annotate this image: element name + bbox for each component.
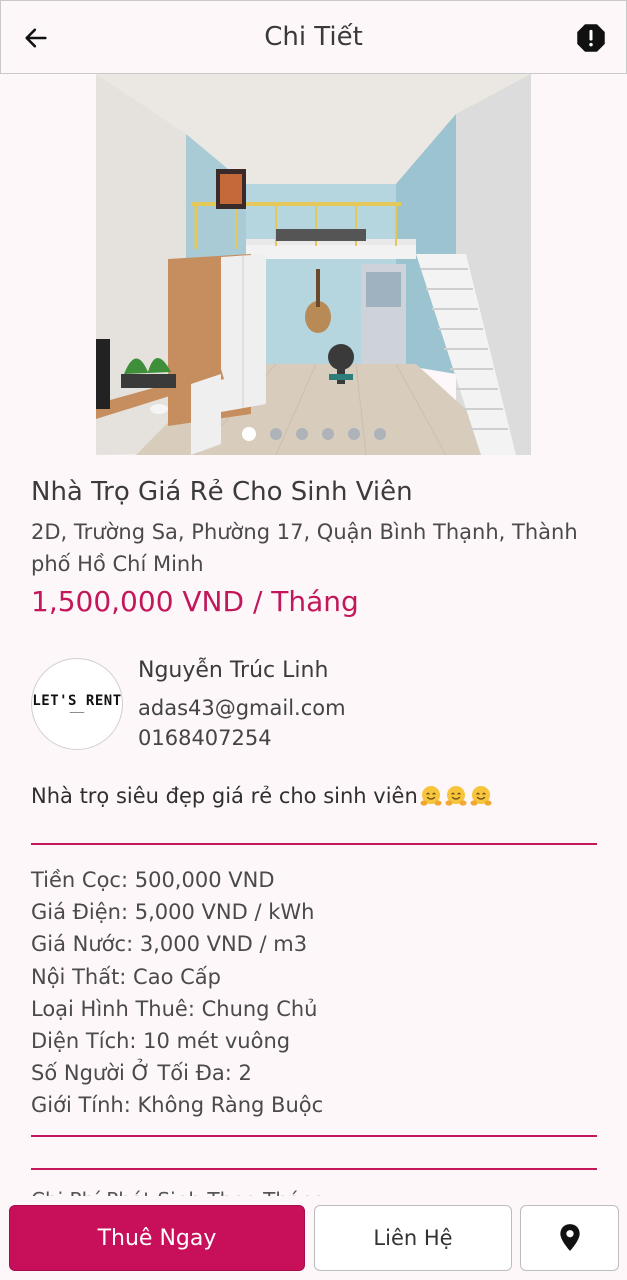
owner-card: LET'S RENT ━━━━━━ Nguyễn Trúc Linh adas4…	[31, 656, 601, 752]
hugging-face-emoji-icon	[470, 786, 492, 806]
map-pin-icon	[559, 1224, 580, 1251]
spec-furniture: Nội Thất: Cao Cấp	[31, 964, 221, 989]
map-button[interactable]	[520, 1205, 619, 1271]
spec-area: Diện Tích: 10 mét vuông	[31, 1029, 291, 1054]
carousel-dot[interactable]	[347, 428, 360, 440]
rent-now-button[interactable]: Thuê Ngay	[9, 1205, 305, 1271]
app-header: Chi Tiết	[0, 0, 627, 74]
description-text: Nhà trọ siêu đẹp giá rẻ cho sinh viên	[31, 784, 418, 808]
spec-electricity-price: Giá Điện: 5,000 VND / kWh	[31, 900, 315, 925]
alert-octagon-icon	[577, 24, 605, 52]
listing-address: 2D, Trường Sa, Phường 17, Quận Bình Thạn…	[31, 520, 578, 576]
spec-water-price: Giá Nước: 3,000 VND / m3	[31, 932, 308, 957]
report-button[interactable]	[574, 21, 608, 55]
owner-name: Nguyễn Trúc Linh	[138, 658, 329, 683]
spec-max-occupants: Số Người Ở Tối Đa: 2	[31, 1061, 252, 1086]
carousel-dot[interactable]	[269, 428, 282, 440]
back-button[interactable]	[19, 21, 53, 55]
carousel-dot[interactable]	[321, 428, 334, 440]
carousel-dot[interactable]	[295, 428, 308, 440]
spec-gender: Giới Tính: Không Ràng Buộc	[31, 1093, 324, 1118]
listing-info: Nhà Trọ Giá Rẻ Cho Sinh Viên 2D, Trường …	[31, 474, 601, 622]
listing-specs: Tiền Cọc: 500,000 VND Giá Điện: 5,000 VN…	[31, 864, 601, 1122]
room-photo	[96, 74, 531, 455]
photo-carousel[interactable]	[96, 74, 531, 455]
contact-button[interactable]: Liên Hệ	[314, 1205, 512, 1271]
owner-email[interactable]: adas43@gmail.com	[138, 696, 346, 720]
avatar[interactable]: LET'S RENT ━━━━━━	[31, 658, 123, 750]
section-divider	[31, 1168, 597, 1170]
page-title: Chi Tiết	[264, 22, 363, 52]
spec-deposit: Tiền Cọc: 500,000 VND	[31, 868, 275, 892]
spec-rental-type: Loại Hình Thuê: Chung Chủ	[31, 996, 318, 1021]
owner-phone[interactable]: 0168407254	[138, 726, 272, 750]
hugging-face-emoji-icon	[420, 786, 442, 806]
hugging-face-emoji-icon	[445, 786, 467, 806]
avatar-logo-text: LET'S RENT	[32, 693, 122, 709]
arrow-left-icon	[25, 28, 47, 48]
section-divider	[31, 843, 597, 845]
listing-title: Nhà Trọ Giá Rẻ Cho Sinh Viên	[31, 477, 413, 507]
carousel-dot[interactable]	[373, 428, 386, 440]
carousel-indicator	[96, 427, 531, 441]
listing-description: Nhà trọ siêu đẹp giá rẻ cho sinh viên	[31, 784, 601, 808]
carousel-dot-active[interactable]	[241, 427, 256, 441]
avatar-logo-underline: ━━━━━━	[69, 710, 85, 715]
section-divider	[31, 1135, 597, 1137]
listing-price: 1,500,000 VND / Tháng	[31, 585, 359, 618]
bottom-action-bar: Thuê Ngay Liên Hệ	[0, 1196, 627, 1280]
